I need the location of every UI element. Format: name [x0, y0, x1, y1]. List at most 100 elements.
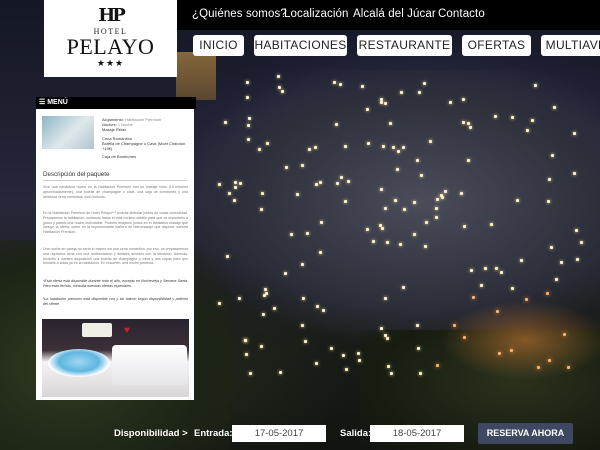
nav-button-restaurante[interactable]: RESTAURANTE	[357, 35, 452, 56]
window-light	[260, 344, 264, 348]
window-light	[379, 326, 383, 330]
window-light	[341, 354, 345, 358]
window-light	[276, 75, 280, 79]
window-light	[248, 372, 252, 376]
window-light	[515, 198, 519, 202]
balcony-note: *La habitación premium está disponible c…	[43, 297, 188, 306]
window-light	[244, 352, 248, 356]
window-light	[384, 296, 388, 300]
offer-panel: Alojamiento: Habitación Premium Noches: …	[36, 109, 194, 400]
window-light	[461, 97, 465, 101]
booking-bar: Disponibilidad > Entrada: 17-05-2017 Sal…	[36, 418, 600, 450]
window-light	[534, 83, 538, 87]
window-light	[302, 296, 306, 300]
window-light	[318, 180, 322, 184]
window-light	[462, 121, 466, 125]
nav-link-alcala[interactable]: Alcalá del Júcar	[353, 8, 436, 20]
window-light	[234, 185, 238, 189]
window-light	[398, 243, 402, 247]
window-light	[226, 255, 230, 259]
window-light	[388, 121, 392, 125]
window-light	[335, 122, 339, 126]
window-light	[401, 145, 405, 149]
window-light	[338, 83, 342, 87]
nav-link-localizacion[interactable]: Localización	[284, 8, 349, 20]
window-light	[463, 224, 467, 228]
package-details: Alojamiento: Habitación Premium Noches: …	[102, 117, 190, 159]
window-light	[321, 309, 325, 313]
heart-icon: ♥	[124, 325, 130, 336]
nav-link-contacto[interactable]: Contacto	[438, 8, 485, 20]
window-light	[435, 364, 439, 368]
entry-label: Entrada:	[194, 428, 233, 439]
room-thumbnail[interactable]	[42, 116, 94, 149]
window-light	[416, 158, 420, 162]
divider	[43, 180, 187, 181]
nav-link-quienes-somos[interactable]: ¿Quiénes somos?	[192, 8, 287, 20]
window-light	[318, 250, 322, 254]
window-light	[497, 352, 501, 356]
window-light	[489, 222, 493, 226]
hotel-logo[interactable]: HP HOTEL PELAYO ★★★	[44, 0, 177, 77]
window-light	[246, 95, 250, 99]
room-photo[interactable]: ♥	[42, 319, 189, 397]
window-light	[531, 118, 535, 122]
window-light	[499, 270, 503, 274]
window-light	[420, 174, 424, 178]
jacuzzi-shape	[48, 349, 110, 377]
window-light	[386, 336, 390, 340]
reserve-now-button[interactable]: RESERVA AHORA	[478, 423, 573, 444]
window-light	[391, 145, 395, 149]
exit-label: Salida:	[340, 428, 372, 439]
window-light	[383, 334, 387, 338]
window-light	[340, 175, 344, 179]
nav-button-ofertas[interactable]: OFERTAS	[462, 35, 531, 56]
exit-date-field[interactable]: 18-05-2017	[370, 425, 464, 442]
window-light	[575, 257, 579, 261]
window-light	[536, 365, 540, 369]
window-light	[435, 215, 439, 219]
lamp-shape	[82, 323, 112, 337]
nav-button-multiaventura[interactable]: MULTIAVE	[541, 35, 600, 56]
window-light	[425, 221, 429, 225]
window-light	[547, 199, 551, 203]
window-light	[526, 128, 530, 132]
window-light	[366, 141, 370, 145]
window-light	[361, 84, 365, 88]
window-light	[423, 245, 427, 249]
window-light	[344, 144, 348, 148]
window-light	[315, 361, 319, 365]
window-light	[382, 144, 386, 148]
window-light	[483, 266, 487, 270]
window-light	[217, 182, 221, 186]
window-light	[283, 272, 287, 276]
menu-toggle[interactable]: ☰ MENÚ	[36, 97, 196, 109]
window-light	[439, 193, 443, 197]
window-light	[386, 365, 390, 369]
nav-button-inicio[interactable]: INICIO	[193, 35, 244, 56]
window-light	[228, 191, 232, 195]
window-light	[379, 223, 383, 227]
window-light	[428, 139, 432, 143]
entry-date-field[interactable]: 17-05-2017	[232, 425, 326, 442]
window-light	[412, 233, 416, 237]
window-light	[468, 125, 472, 129]
window-light	[218, 301, 222, 305]
window-light	[295, 193, 299, 197]
window-light	[281, 90, 285, 94]
window-light	[272, 306, 276, 310]
window-light	[358, 358, 362, 362]
window-light	[306, 231, 309, 235]
window-light	[386, 241, 390, 244]
window-light	[466, 159, 470, 163]
description-title: Descripción del paquete	[43, 171, 110, 178]
window-light	[307, 148, 311, 152]
window-light	[436, 198, 440, 202]
window-light	[545, 291, 549, 295]
window-light	[422, 82, 426, 86]
window-light	[400, 90, 404, 94]
window-light	[246, 123, 250, 127]
window-light	[574, 229, 578, 233]
nav-button-habitaciones[interactable]: HABITACIONES	[254, 35, 347, 56]
window-light	[560, 260, 564, 264]
